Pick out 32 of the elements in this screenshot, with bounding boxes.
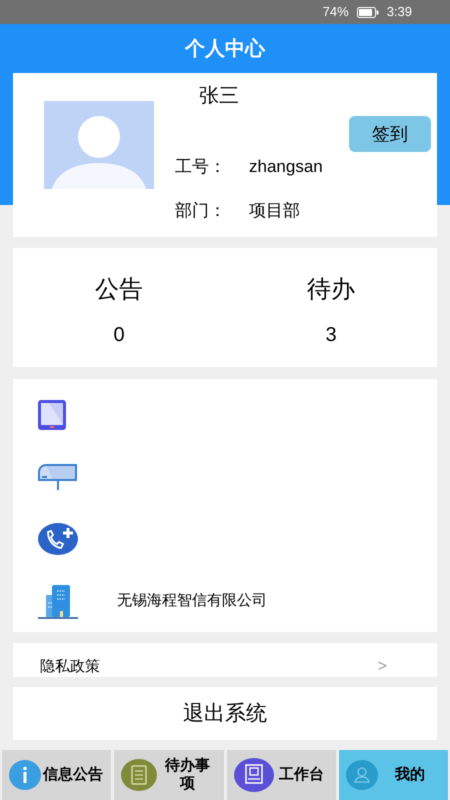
field-label: 部门： (175, 200, 227, 222)
clock-text: 3:39 (386, 3, 412, 22)
field-label: 工号： (175, 156, 227, 178)
avatar-placeholder-icon (44, 101, 154, 189)
sign-in-button[interactable]: 签到 (349, 116, 431, 152)
tablet-icon (37, 399, 67, 431)
user-icon (346, 760, 378, 790)
nav-tab[interactable]: 我的 (338, 750, 448, 800)
stat-count: 0 (113, 323, 125, 348)
page-title: 个人中心 (185, 36, 265, 62)
info-icon (9, 760, 41, 790)
mailbox-icon (37, 463, 79, 491)
privacy-row[interactable]: 隐私政策 > (13, 643, 437, 677)
field-value: 项目部 (249, 200, 300, 222)
stat-label: 公告 (95, 275, 143, 305)
stat-label: 待办 (307, 275, 355, 305)
battery-icon (356, 6, 379, 18)
nav-tab[interactable]: 工作台 (226, 750, 336, 800)
privacy-label: 隐私政策 (40, 656, 100, 677)
building-icon (37, 583, 79, 619)
id-card-icon (234, 758, 274, 792)
user-name: 张三 (199, 84, 240, 109)
chevron-icon: > (378, 655, 387, 679)
field-value: zhangsan (249, 156, 323, 178)
nav-tab[interactable]: 待办事项 (114, 750, 224, 800)
company-name: 无锡海程智信有限公司 (117, 590, 267, 611)
logout-button[interactable]: 退出系统 (13, 687, 437, 740)
nav-tab[interactable]: 信息公告 (2, 750, 112, 800)
phone-plus-icon (37, 522, 79, 556)
clipboard-icon (121, 759, 158, 791)
battery-text: 74% (322, 3, 349, 22)
stat-count: 3 (325, 323, 337, 348)
